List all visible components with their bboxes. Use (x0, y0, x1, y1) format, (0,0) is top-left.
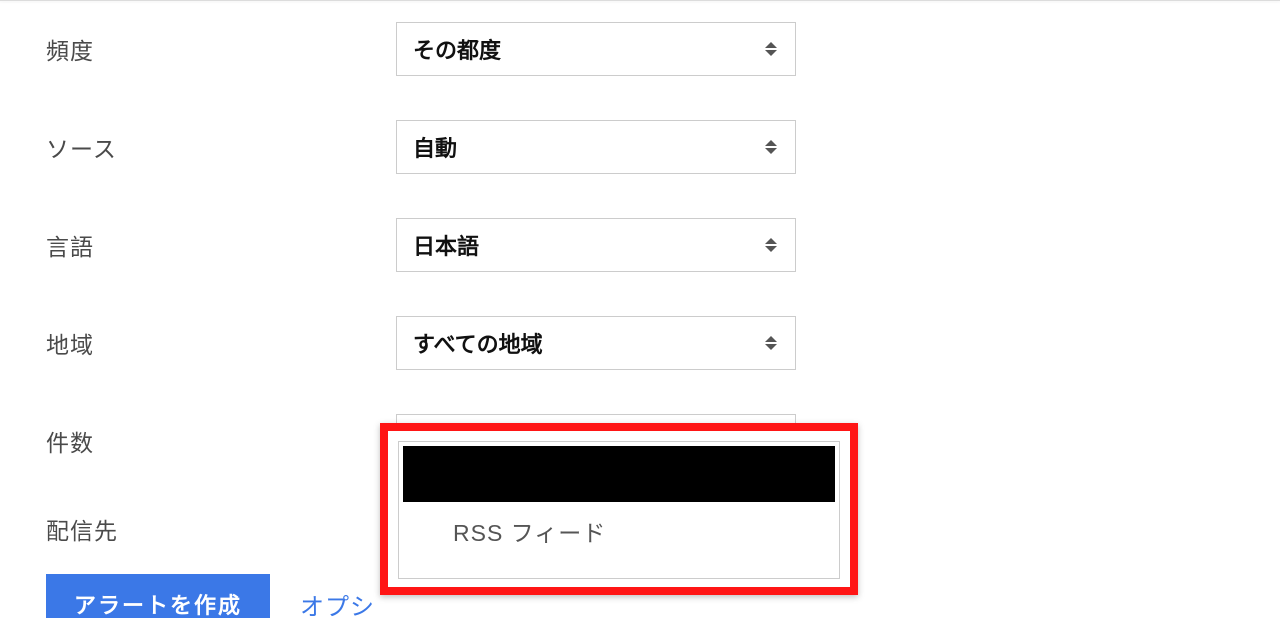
deliver-to-dropdown[interactable]: RSS フィード (398, 441, 840, 579)
select-region[interactable]: すべての地域 (396, 316, 796, 370)
create-alert-button[interactable]: アラートを作成 (46, 574, 270, 618)
updown-icon (763, 137, 779, 157)
select-language-value: 日本語 (413, 229, 763, 261)
select-region-value: すべての地域 (413, 327, 763, 359)
redaction-mask (403, 446, 835, 502)
deliver-to-dropdown-highlight: RSS フィード (380, 423, 858, 595)
updown-icon (763, 333, 779, 353)
label-count: 件数 (46, 424, 396, 458)
label-frequency: 頻度 (46, 32, 396, 66)
row-source: ソース 自動 (46, 120, 1280, 174)
deliver-to-option-rss-text: RSS フィード (415, 514, 606, 548)
updown-icon (763, 39, 779, 59)
options-link[interactable]: オプシ (300, 587, 375, 618)
select-source-value: 自動 (413, 131, 763, 163)
select-frequency-value: その都度 (413, 33, 763, 65)
row-frequency: 頻度 その都度 (46, 22, 1280, 76)
alert-options-form: 頻度 その都度 ソース 自動 言語 日本語 地域 すべての地域 件数 すべての結… (0, 0, 1280, 618)
deliver-to-option-rss[interactable]: RSS フィード (399, 502, 839, 560)
label-language: 言語 (46, 228, 396, 262)
select-language[interactable]: 日本語 (396, 218, 796, 272)
label-source: ソース (46, 130, 396, 164)
select-frequency[interactable]: その都度 (396, 22, 796, 76)
row-region: 地域 すべての地域 (46, 316, 1280, 370)
label-region: 地域 (46, 326, 396, 360)
updown-icon (763, 235, 779, 255)
select-source[interactable]: 自動 (396, 120, 796, 174)
label-deliver-to: 配信先 (46, 512, 396, 546)
deliver-to-option-email-redacted[interactable] (403, 446, 835, 502)
row-language: 言語 日本語 (46, 218, 1280, 272)
